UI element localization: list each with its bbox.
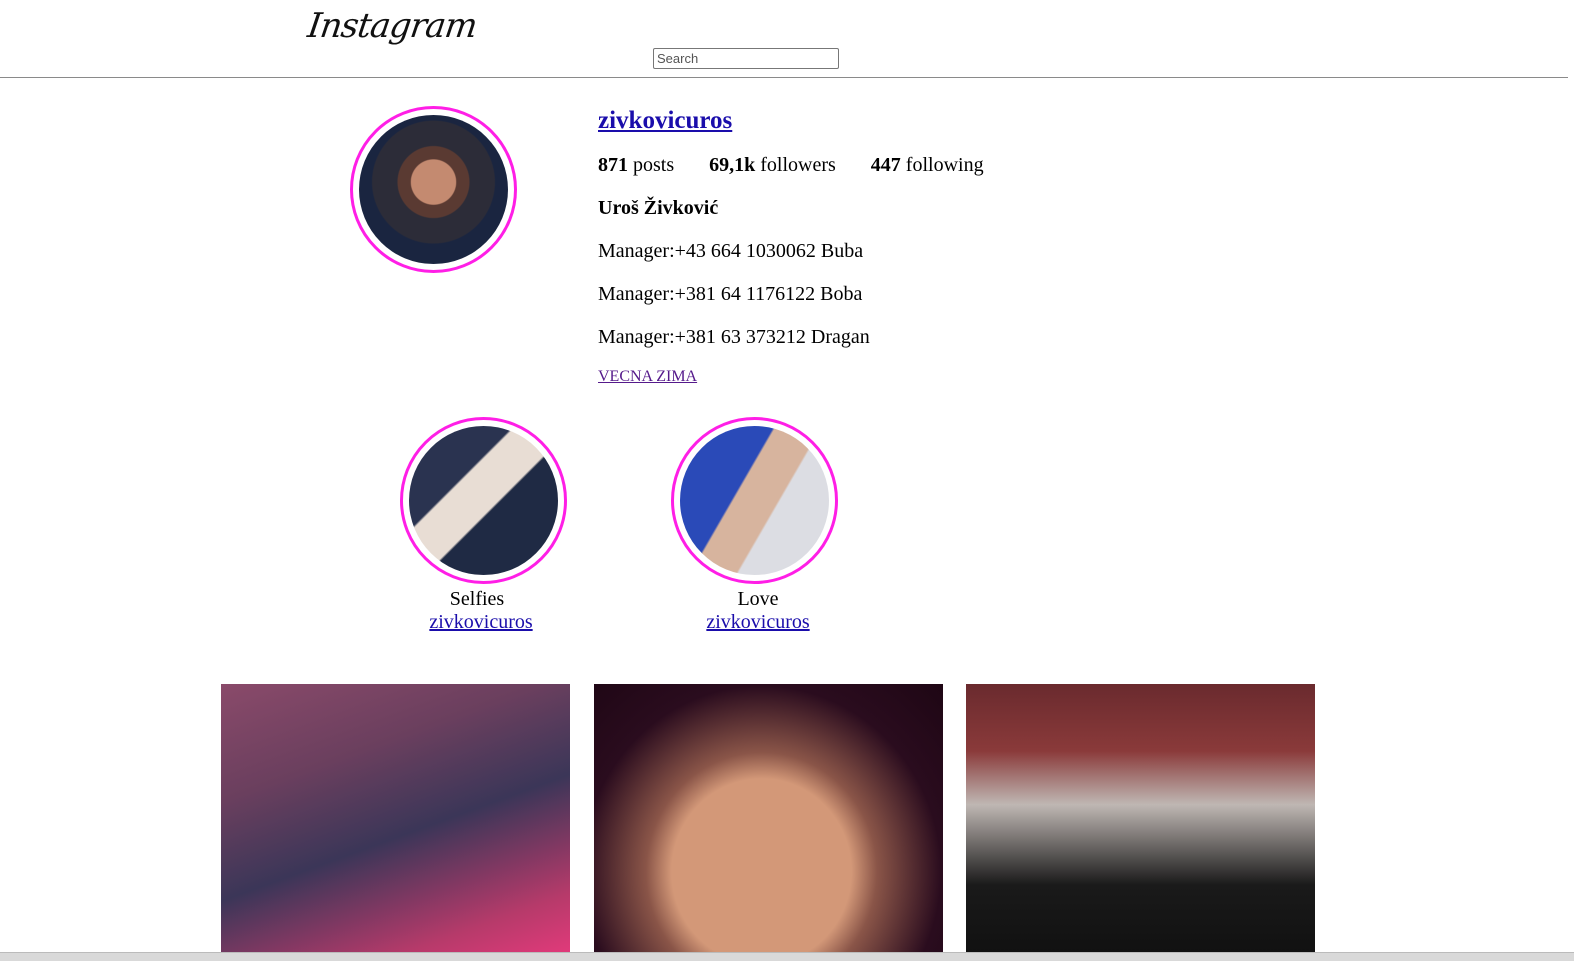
highlight-love-user-link[interactable]: zivkovicuros xyxy=(678,611,838,634)
profile-username-link[interactable]: zivkovicuros xyxy=(598,107,732,135)
highlight-love[interactable] xyxy=(671,417,838,584)
profile-full-name: Uroš Živković xyxy=(598,197,719,219)
posts-stat[interactable]: 871 posts xyxy=(598,154,674,177)
bio-line-3: Manager:+381 63 373212 Dragan xyxy=(598,326,870,348)
profile-avatar[interactable] xyxy=(350,106,517,273)
search-input[interactable] xyxy=(653,48,839,69)
profile-photo xyxy=(359,115,508,264)
highlight-selfies-title: Selfies xyxy=(449,588,505,610)
posts-count: 871 xyxy=(598,154,628,176)
highlight-love-cover xyxy=(680,426,829,575)
followers-count: 69,1k xyxy=(709,154,756,176)
following-count: 447 xyxy=(870,154,901,176)
following-stat[interactable]: 447 following xyxy=(871,154,984,177)
profile-stats: 871 posts 69,1k followers 447 following xyxy=(598,154,1014,177)
instagram-logo[interactable]: Instagram xyxy=(305,6,479,46)
following-label: following xyxy=(905,154,984,176)
posts-label: posts xyxy=(633,154,675,176)
highlight-selfies-cover xyxy=(409,426,558,575)
bio-line-2: Manager:+381 64 1176122 Boba xyxy=(598,283,863,305)
post-thumbnail-2[interactable] xyxy=(594,684,943,952)
post-thumbnail-3[interactable] xyxy=(966,684,1315,952)
highlight-selfies-user-link[interactable]: zivkovicuros xyxy=(401,611,561,634)
top-header: Instagram xyxy=(0,0,1568,78)
bio-line-1: Manager:+43 664 1030062 Buba xyxy=(598,240,864,262)
highlight-love-title: Love xyxy=(737,588,779,610)
post-thumbnail-1[interactable] xyxy=(221,684,570,952)
bio-website-link[interactable]: VECNA ZIMA xyxy=(598,368,697,386)
followers-label: followers xyxy=(760,154,836,176)
followers-stat[interactable]: 69,1k followers xyxy=(709,154,836,177)
highlight-selfies[interactable] xyxy=(400,417,567,584)
